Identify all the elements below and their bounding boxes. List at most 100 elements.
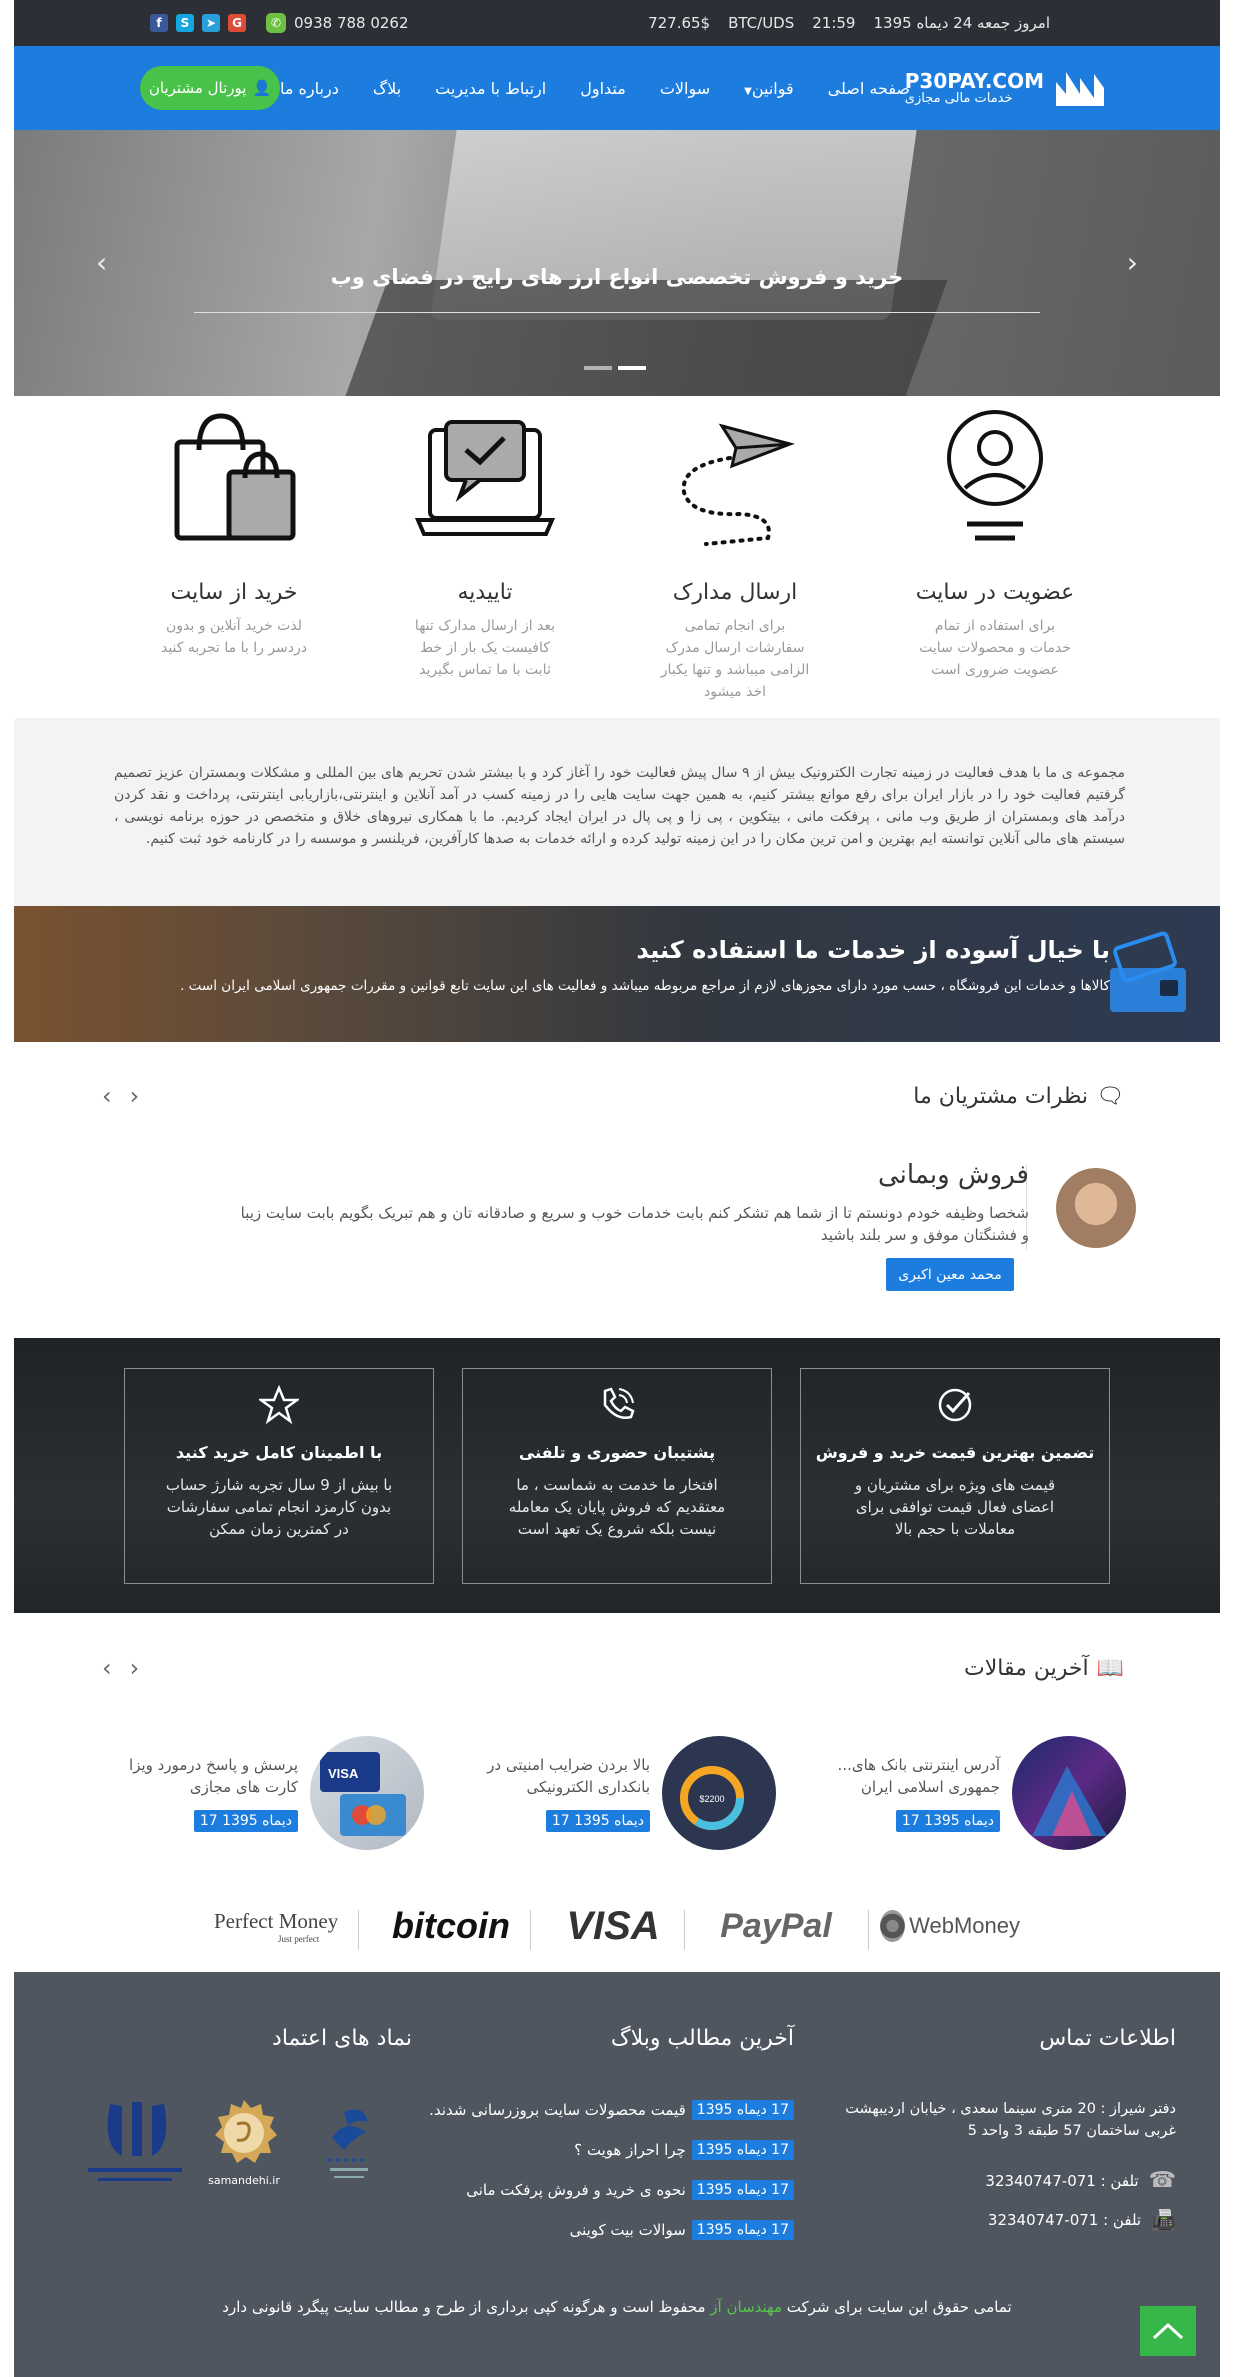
price-text: 727.65$ — [648, 14, 711, 32]
perfect-money-slogan: Just perfect — [278, 1933, 320, 1944]
feature-title: ارسال مدارک — [672, 580, 798, 605]
article-arrows: ‹ › — [102, 1654, 139, 1682]
customer-portal-button[interactable]: پورتال مشتریان 👤 — [140, 66, 280, 110]
article-title[interactable]: بالا بردن ضرایب امنیتی در بانکداری الکتر… — [460, 1754, 650, 1798]
testimonial-arrows: ‹ › — [102, 1082, 139, 1110]
blog-post-item[interactable]: 17 دیماه 1395 نحوه ی خرید و فروش پرفکت ما… — [429, 2180, 794, 2200]
article-card[interactable]: آدرس اینترنتی بانک های... جمهوری اسلامی … — [806, 1736, 1126, 1856]
book-icon: 📖 — [1096, 1656, 1124, 1681]
nav-item-about[interactable]: درباره ما — [280, 79, 339, 98]
copyright: تمامی حقوق این سایت برای شرکت مهندسان آز… — [14, 2298, 1220, 2316]
trust-banner: با خیال آسوده از خدمات ما استفاده کنید ک… — [14, 906, 1220, 1042]
paper-plane-icon — [681, 423, 795, 546]
national-registration-seal[interactable] — [80, 2096, 190, 2196]
phone-call-icon — [603, 1387, 635, 1419]
logo-title: P30PAY.COM — [904, 68, 1044, 93]
phone-icon: ✆ — [266, 13, 286, 33]
credit-card-lock-icon — [1110, 931, 1186, 1012]
google-icon[interactable]: G — [228, 14, 246, 32]
feature-documents: ارسال مدارک برای انجام تمامی سفارشات ارس… — [635, 410, 835, 703]
webmoney-text: WebMoney — [909, 1913, 1020, 1938]
post-title[interactable]: قیمت محصولات سایت بروزرسانی شدند. — [429, 2101, 686, 2119]
facebook-icon[interactable]: f — [150, 14, 168, 32]
chat-bubbles-icon: 🗨 — [1096, 1084, 1124, 1109]
article-thumbnail[interactable] — [1012, 1736, 1126, 1850]
post-title[interactable]: چرا احراز هویت ؟ — [574, 2141, 686, 2159]
nav-item-contact[interactable]: ارتباط با مدیریت — [435, 79, 546, 98]
articles-heading: 📖 آخرین مقالات — [964, 1656, 1124, 1681]
testimonials-title: نظرات مشتریان ما — [913, 1084, 1089, 1109]
article-date: 17 دیماه 1395 — [193, 1810, 298, 1832]
clock-text: 21:59 — [812, 14, 856, 32]
hero-divider — [194, 312, 1040, 313]
testimonial-text: شخصا وظیفه خودم دونستم تا از شما هم تشکر… — [240, 1204, 1029, 1244]
date-text: امروز جمعه 24 دیماه 1395 — [873, 14, 1050, 32]
service-best-price: تضمین بهترین قیمت خرید و فروش قیمت های و… — [800, 1368, 1110, 1584]
logo-separator — [868, 1910, 869, 1950]
laptop-chat-check-icon — [414, 420, 556, 536]
top-contacts: f S ➤ G ✆ 0938 788 0262 — [150, 0, 409, 46]
blog-post-item[interactable]: 17 دیماه 1395 سوالات بیت کوینی — [429, 2220, 794, 2240]
post-date: 17 دیماه 1395 — [691, 2180, 794, 2200]
contact-address: دفتر شیراز : 20 متری سینما سعدی ، خیابان… — [845, 2101, 1176, 2139]
copyright-text-a: تمامی حقوق این سایت برای شرکت — [786, 2298, 1012, 2316]
article-card[interactable]: VISA پرسش و پاسخ درمورد ویزا کارت های مج… — [104, 1736, 424, 1856]
articles-title: آخرین مقالات — [964, 1656, 1089, 1681]
post-date: 17 دیماه 1395 — [691, 2100, 794, 2120]
hero-keyboard-image — [340, 280, 948, 396]
scroll-to-top-button[interactable] — [1140, 2306, 1196, 2356]
article-title[interactable]: آدرس اینترنتی بانک های... جمهوری اسلامی … — [810, 1754, 1000, 1798]
phone-number: 0938 788 0262 — [294, 14, 409, 32]
nav-item-blog[interactable]: بلاگ — [373, 79, 401, 98]
top-info: امروز جمعه 24 دیماه 1395 21:59 BTC/UDS 7… — [648, 0, 1050, 46]
nav-item-faq[interactable]: سوالات — [660, 79, 710, 98]
samandehi-text: samandehi.ir — [208, 2174, 280, 2187]
feature-membership: عضویت در سایت برای استفاده از تمام خدمات… — [895, 410, 1095, 681]
blog-post-item[interactable]: 17 دیماه 1395 قیمت محصولات سایت بروزرسانی… — [429, 2100, 794, 2120]
samandehi-seal[interactable]: samandehi.ir — [204, 2098, 284, 2198]
chevron-right-icon[interactable]: › — [130, 1082, 140, 1110]
nav-item-common[interactable]: متداول — [580, 79, 626, 98]
contact-phone-2: 📠 تلفن : 071-32340747 — [988, 2208, 1176, 2232]
contact-phone-1-text: تلفن : 071-32340747 — [985, 2171, 1139, 2190]
service-support: پشتیبان حضوری و تلفنی افتخار ما خدمت به … — [462, 1368, 772, 1584]
service-secure-purchase: با اطمینان کامل خرید کنید با بیش از 9 سا… — [124, 1368, 434, 1584]
slider-next-icon[interactable]: › — [1127, 246, 1138, 279]
blog-posts-list: 17 دیماه 1395 قیمت محصولات سایت بروزرسانی… — [429, 2100, 794, 2260]
slider-prev-icon[interactable]: ‹ — [96, 246, 107, 279]
article-thumbnail[interactable]: $2200 — [662, 1736, 776, 1850]
posts-heading: آخرین مطالب وبلاگ — [610, 2026, 794, 2051]
testimonial-author-button[interactable]: محمد معین اکبری — [886, 1258, 1014, 1291]
enamad-seal[interactable] — [314, 2098, 384, 2188]
chevron-left-icon[interactable]: ‹ — [102, 1082, 112, 1110]
service-text: قیمت های ویژه برای مشتریان و اعضای فعال … — [854, 1476, 1056, 1538]
copyright-company-link[interactable]: مهندسان آز — [710, 2298, 782, 2316]
telegram-icon[interactable]: ➤ — [202, 14, 220, 32]
chevron-right-icon[interactable]: › — [130, 1654, 140, 1682]
banner-subtitle: کالاها و خدمات این فروشگاه ، حسب مورد دا… — [180, 978, 1110, 994]
trust-heading: نماد های اعتماد — [272, 2026, 412, 2051]
contact-heading: اطلاعات تماس — [1039, 2026, 1176, 2051]
article-thumbnail[interactable]: VISA — [310, 1736, 424, 1850]
top-bar: امروز جمعه 24 دیماه 1395 21:59 BTC/UDS 7… — [14, 0, 1220, 46]
slider-dot[interactable] — [584, 366, 612, 370]
chevron-left-icon[interactable]: ‹ — [102, 1654, 112, 1682]
post-title[interactable]: نحوه ی خرید و فروش پرفکت مانی — [466, 2181, 686, 2199]
article-title[interactable]: پرسش و پاسخ درمورد ویزا کارت های مجازی — [108, 1754, 298, 1798]
main-nav: P30PAY.COM خدمات مالی مجازی صفحه اصلی قو… — [14, 46, 1220, 130]
site-logo[interactable]: P30PAY.COM خدمات مالی مجازی — [905, 68, 1106, 108]
blog-post-item[interactable]: 17 دیماه 1395 چرا احراز هویت ؟ — [429, 2140, 794, 2160]
bitcoin-logo: bitcoin — [376, 1904, 526, 1948]
nav-item-rules[interactable]: قوانین▼ — [744, 79, 794, 98]
article-card[interactable]: $2200 بالا بردن ضرایب امنیتی در بانکداری… — [456, 1736, 776, 1856]
slider-dot-active[interactable] — [618, 366, 646, 370]
chevron-up-icon — [1152, 2322, 1184, 2340]
post-title[interactable]: سوالات بیت کوینی — [570, 2221, 686, 2239]
feature-text: بعد از ارسال مدارک تنها کافیست یک بار از… — [414, 618, 556, 678]
visa-logo: VISA — [548, 1904, 678, 1948]
contact-phone-2-text: تلفن : 071-32340747 — [987, 2211, 1142, 2229]
svg-text:VISA: VISA — [328, 1766, 359, 1781]
nav-item-home[interactable]: صفحه اصلی — [828, 79, 910, 98]
skype-icon[interactable]: S — [176, 14, 194, 32]
article-date: 17 دیماه 1395 — [545, 1810, 650, 1832]
